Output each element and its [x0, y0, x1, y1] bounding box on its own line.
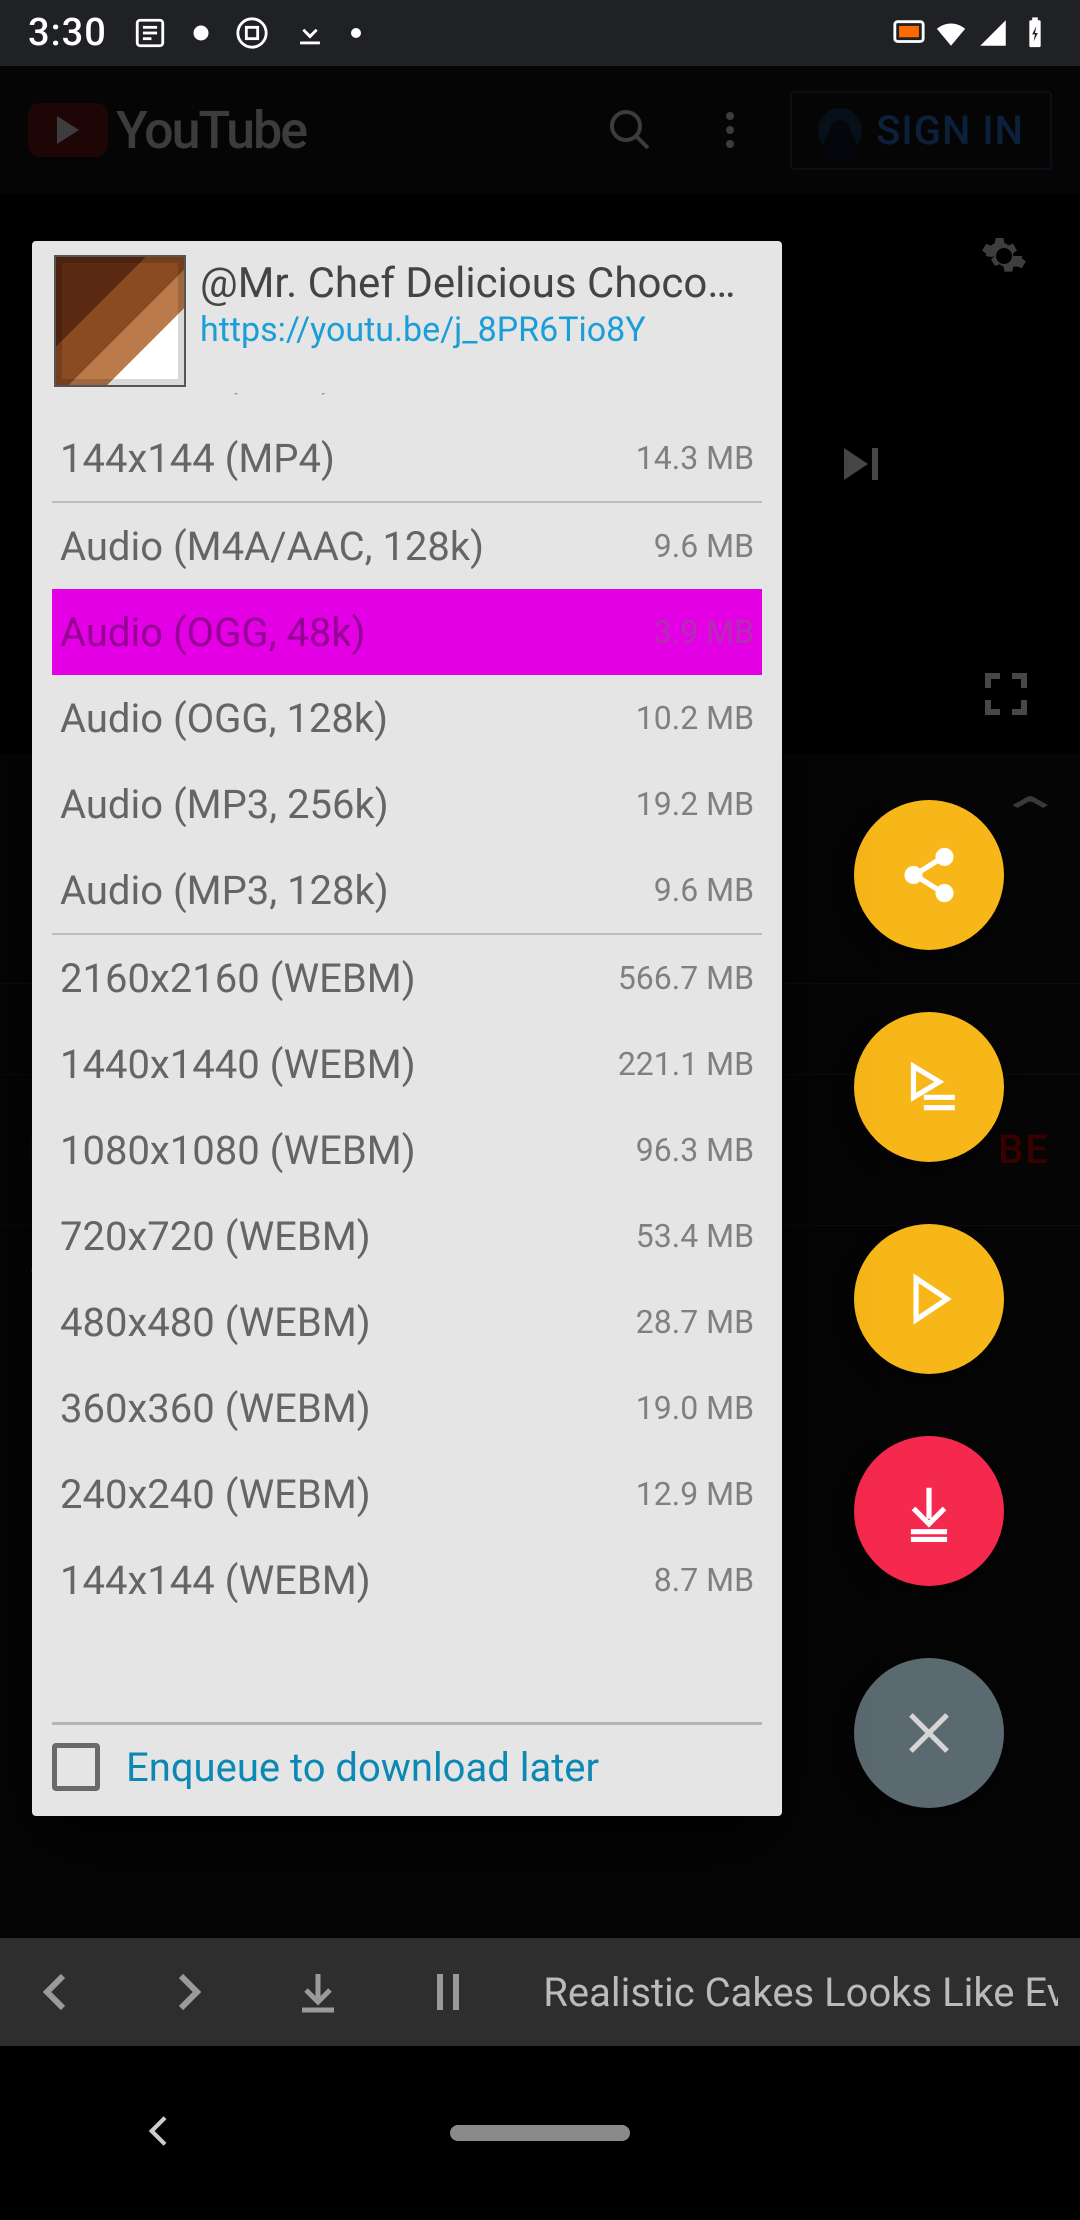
battery-charging-icon: [1018, 16, 1052, 50]
format-size: 19.2 MB: [636, 785, 754, 823]
now-playing-title[interactable]: Realistic Cakes Looks Like Ev..: [543, 1969, 1058, 2016]
format-option[interactable]: 144x144 (WEBM) 8.7 MB: [52, 1537, 762, 1623]
dialog-title: @Mr. Chef Delicious Choco…: [200, 259, 770, 308]
youtube-wordmark: YouTube: [116, 100, 306, 161]
format-label: 1440x1440 (WEBM): [60, 1041, 416, 1088]
format-option[interactable]: Audio (OGG, 128k) 10.2 MB: [52, 675, 762, 761]
format-size: 96.3 MB: [636, 1131, 754, 1169]
format-label: Audio (MP3, 128k): [60, 867, 389, 914]
format-option[interactable]: 144x144 (MP4) 14.3 MB: [52, 415, 762, 501]
chevron-up-icon: ⌃: [996, 784, 1065, 846]
youtube-logo[interactable]: YouTube: [28, 100, 306, 161]
format-size: 28.7 MB: [636, 1303, 754, 1341]
format-label: 720x720 (WEBM): [60, 1213, 371, 1260]
video-thumbnail: [54, 255, 186, 387]
gear-icon[interactable]: [964, 216, 1044, 296]
format-size: 12.9 MB: [636, 1475, 754, 1513]
format-option[interactable]: 360x360 (WEBM) 19.0 MB: [52, 1365, 762, 1451]
share-fab[interactable]: [854, 800, 1004, 950]
fullscreen-icon[interactable]: [966, 654, 1046, 734]
pause-button[interactable]: [413, 1955, 483, 2029]
format-size: 14.3 MB: [636, 439, 754, 477]
format-label: 2160x2160 (WEBM): [60, 955, 416, 1002]
format-option[interactable]: 1080x1080 (WEBM) 96.3 MB: [52, 1107, 762, 1193]
format-size: 10.2 MB: [636, 699, 754, 737]
format-size: 221.1 MB: [618, 1045, 754, 1083]
system-back-button[interactable]: [140, 2111, 180, 2155]
format-option[interactable]: Audio (OGG, 48k) 3.9 MB: [52, 589, 762, 675]
format-option[interactable]: 720x720 (WEBM) 53.4 MB: [52, 1193, 762, 1279]
cast-icon: [892, 16, 926, 50]
more-notifications-dot: [351, 28, 361, 38]
enqueue-checkbox[interactable]: [52, 1743, 100, 1791]
status-time: 3:30: [28, 11, 107, 55]
format-label: Audio (OGG, 128k): [60, 695, 388, 742]
format-option[interactable]: 1440x1440 (WEBM) 221.1 MB: [52, 1021, 762, 1107]
play-fab[interactable]: [854, 1224, 1004, 1374]
format-option[interactable]: Audio (M4A/AAC, 128k) 9.6 MB: [52, 503, 762, 589]
screenshot-icon: [235, 16, 269, 50]
dialog-header: @Mr. Chef Delicious Choco… https://youtu…: [32, 241, 782, 393]
cell-signal-icon: [976, 16, 1010, 50]
dialog-url[interactable]: https://youtu.be/j_8PR6Tio8Y: [200, 310, 770, 350]
format-option[interactable]: 240x240 (WEBM) 12.9 MB: [52, 1451, 762, 1537]
format-option[interactable]: 240x240 (MP4)20.0 MB: [52, 393, 762, 415]
format-option[interactable]: 2160x2160 (WEBM) 566.7 MB: [52, 935, 762, 1021]
format-label: Audio (M4A/AAC, 128k): [60, 523, 484, 570]
wifi-icon: [934, 16, 968, 50]
youtube-header: YouTube SIGN IN: [0, 66, 1080, 194]
downloads-button[interactable]: [283, 1955, 353, 2029]
format-list[interactable]: 240x240 (MP4)20.0 MB 144x144 (MP4) 14.3 MB…: [32, 393, 782, 1722]
download-icon: [293, 16, 327, 50]
enqueue-row[interactable]: Enqueue to download later: [52, 1743, 762, 1791]
format-size: 8.7 MB: [654, 1561, 754, 1599]
format-label: 1080x1080 (WEBM): [60, 1127, 416, 1174]
skip-next-icon[interactable]: [820, 424, 900, 504]
format-option[interactable]: Audio (MP3, 256k) 19.2 MB: [52, 761, 762, 847]
system-home-pill[interactable]: [450, 2125, 630, 2141]
format-label: 240x240 (WEBM): [60, 1471, 371, 1518]
format-label: 240x240 (MP4): [60, 393, 335, 396]
format-size: 19.0 MB: [636, 1389, 754, 1427]
format-label: 360x360 (WEBM): [60, 1385, 371, 1432]
more-vert-icon[interactable]: [690, 90, 770, 170]
download-picker-dialog: @Mr. Chef Delicious Choco… https://youtu…: [32, 241, 782, 1816]
format-size: 3.9 MB: [654, 613, 754, 651]
format-option[interactable]: 480x480 (WEBM) 28.7 MB: [52, 1279, 762, 1365]
fab-stack: [854, 800, 1004, 1808]
subscribe-button[interactable]: BE: [998, 1126, 1050, 1173]
android-nav-bar: [0, 2046, 1080, 2220]
search-icon[interactable]: [590, 90, 670, 170]
avatar-icon: [818, 108, 862, 152]
format-label: Audio (MP3, 256k): [60, 781, 389, 828]
sign-in-button[interactable]: SIGN IN: [790, 91, 1052, 170]
format-label: 144x144 (WEBM): [60, 1557, 371, 1604]
format-size: 566.7 MB: [618, 959, 754, 997]
status-bar: 3:30: [0, 0, 1080, 66]
format-size: 9.6 MB: [654, 871, 754, 909]
close-fab[interactable]: [854, 1658, 1004, 1808]
format-size: 9.6 MB: [654, 527, 754, 565]
sign-in-label: SIGN IN: [876, 107, 1024, 154]
format-option[interactable]: Audio (MP3, 128k) 9.6 MB: [52, 847, 762, 933]
enqueue-label: Enqueue to download later: [126, 1744, 599, 1791]
format-size: 53.4 MB: [636, 1217, 754, 1255]
format-label: 144x144 (MP4): [60, 435, 335, 482]
download-fab[interactable]: [854, 1436, 1004, 1586]
chat-icon: [191, 23, 211, 43]
nav-forward-button[interactable]: [152, 1955, 222, 2029]
format-label: 480x480 (WEBM): [60, 1299, 371, 1346]
playlist-fab[interactable]: [854, 1012, 1004, 1162]
bottom-toolbar: Realistic Cakes Looks Like Ev..: [0, 1938, 1080, 2046]
news-icon: [133, 16, 167, 50]
nav-back-button[interactable]: [22, 1955, 92, 2029]
format-label: Audio (OGG, 48k): [60, 609, 366, 656]
